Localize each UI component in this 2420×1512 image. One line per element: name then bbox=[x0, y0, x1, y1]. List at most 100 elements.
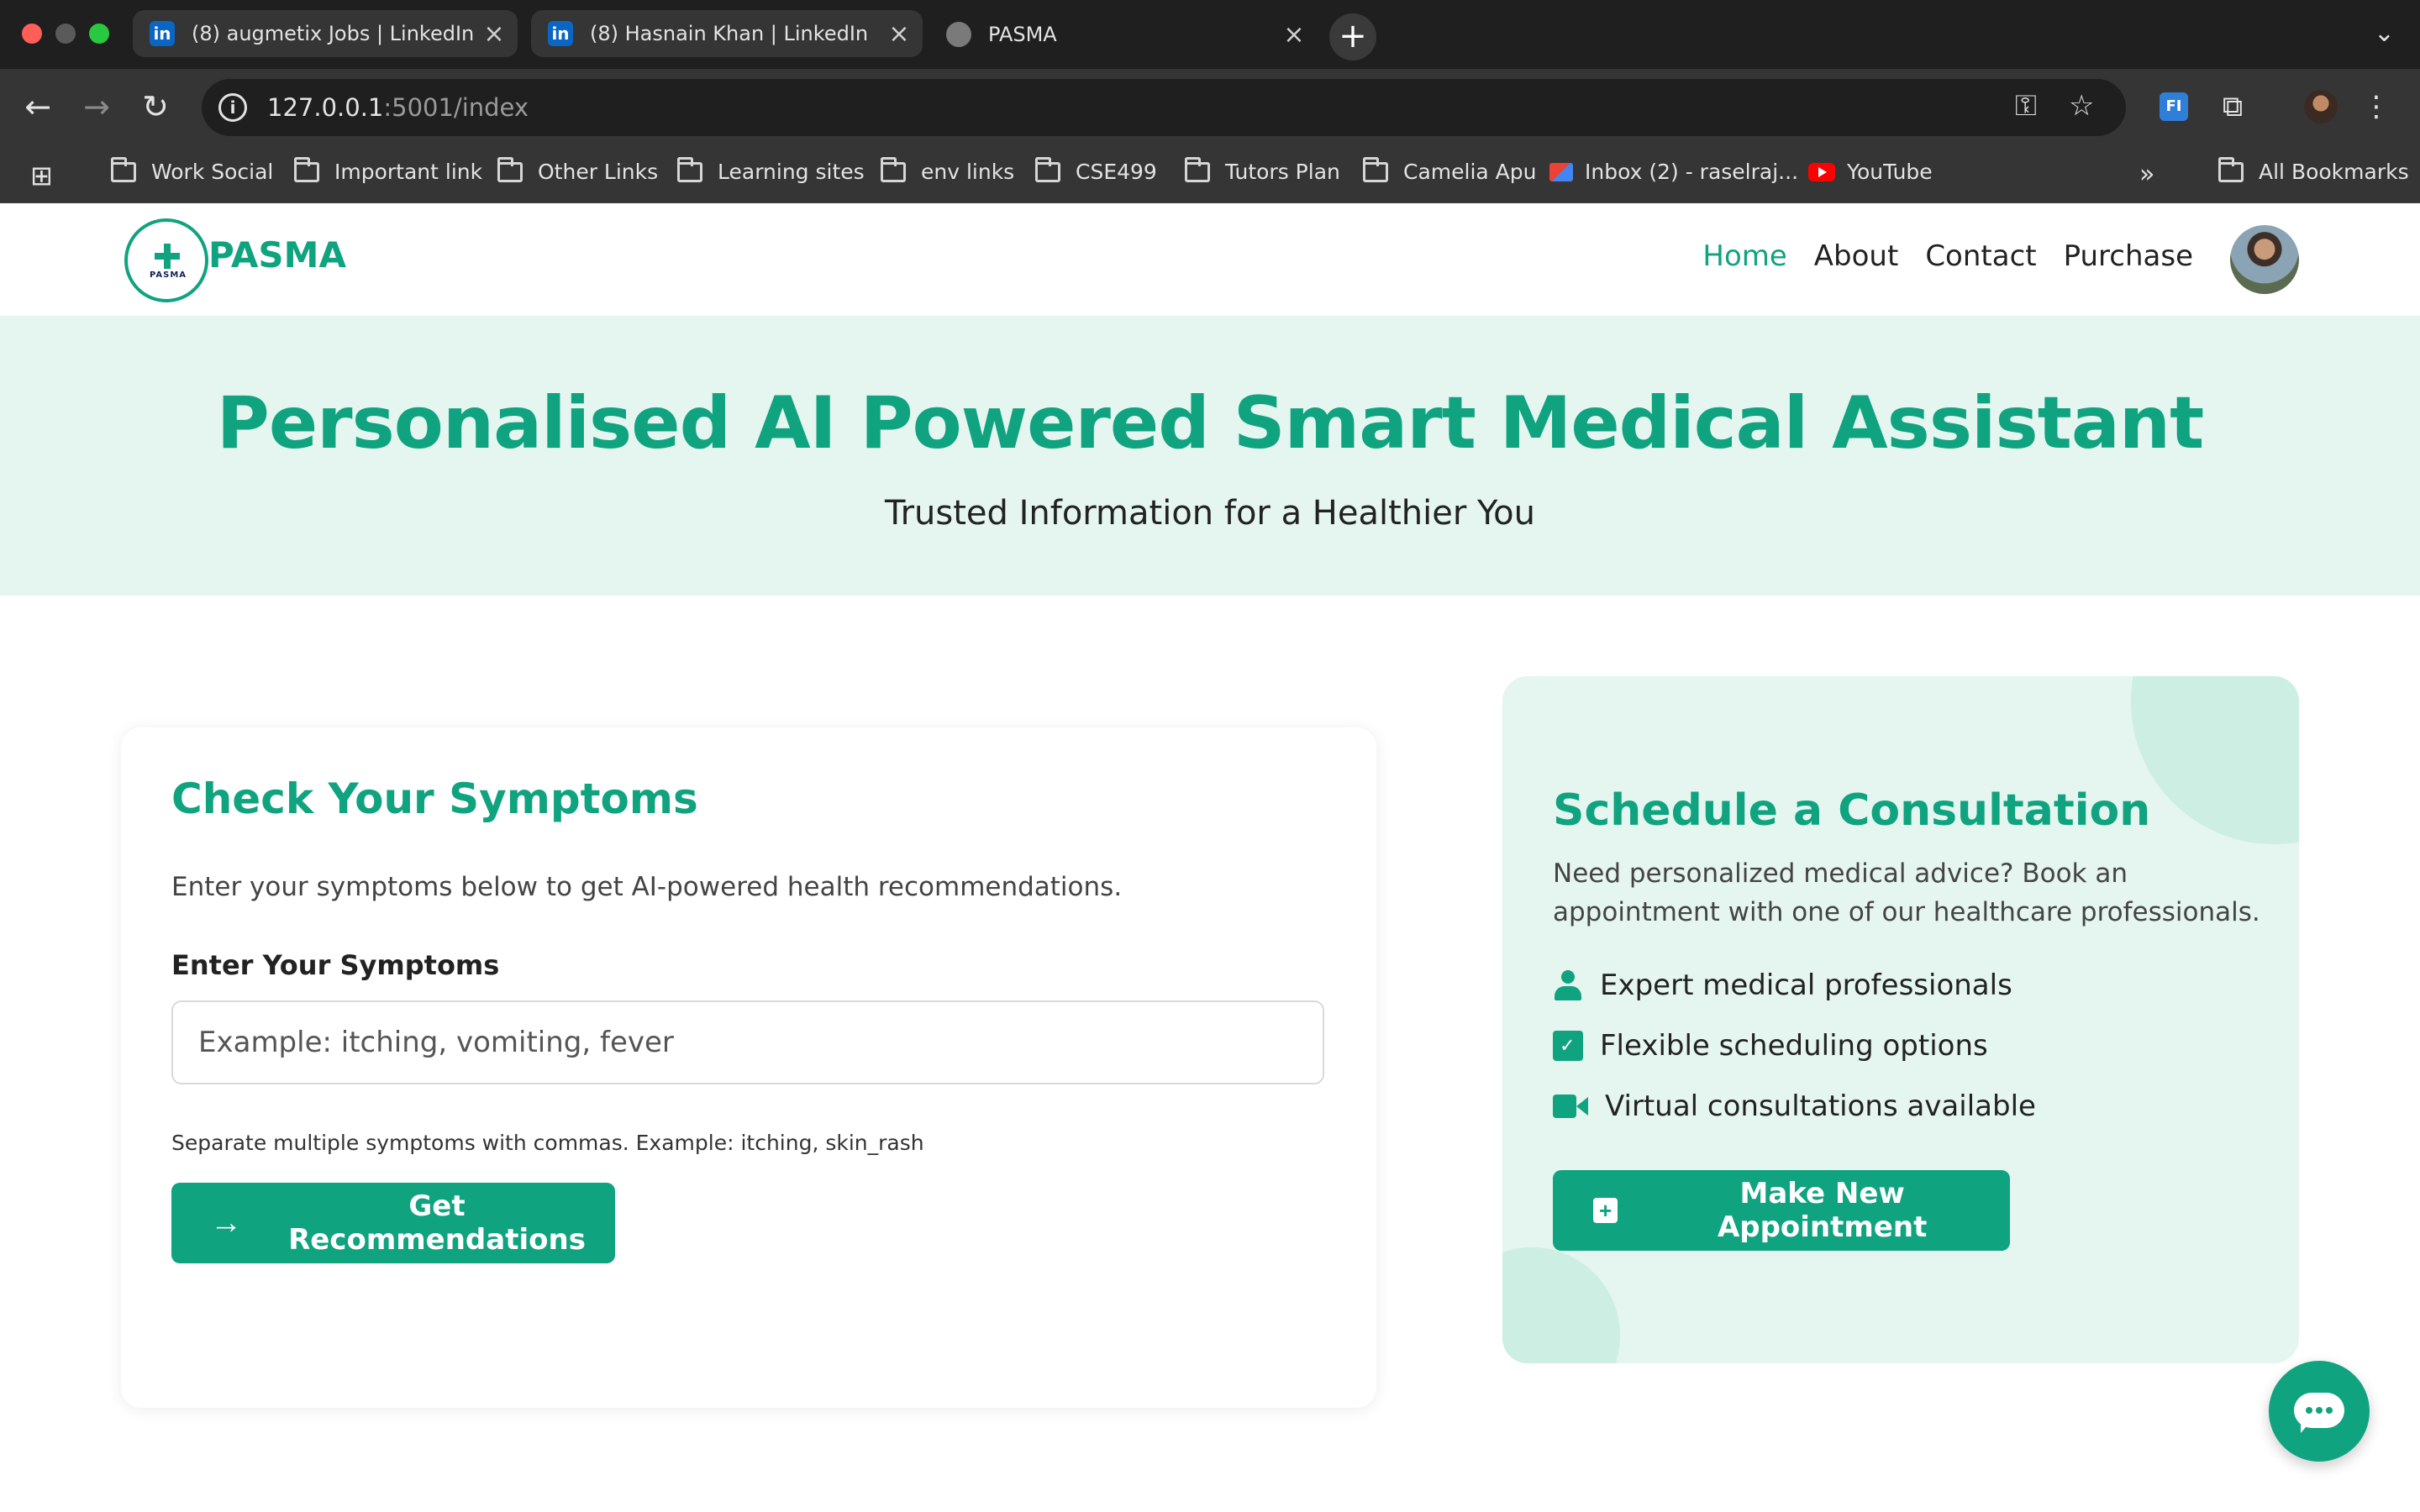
new-tab-button[interactable]: + bbox=[1329, 13, 1376, 60]
symptoms-input-label: Enter Your Symptoms bbox=[171, 949, 500, 981]
folder-icon bbox=[1185, 156, 1210, 182]
logo-text: PASMA bbox=[150, 270, 187, 280]
bookmark-cse499[interactable]: CSE499 bbox=[1035, 156, 1157, 184]
bookmark-learning-sites[interactable]: Learning sites bbox=[677, 156, 865, 184]
bookmark-label: env links bbox=[921, 160, 1015, 184]
url-path: :5001/index bbox=[383, 93, 529, 122]
window-close-control[interactable] bbox=[22, 24, 42, 44]
tab-search-chevron-icon[interactable]: ⌄ bbox=[2374, 18, 2395, 48]
close-icon[interactable]: × bbox=[1277, 20, 1311, 50]
make-appointment-label: Make New Appointment bbox=[1717, 1177, 1928, 1244]
tab-title: (8) augmetix Jobs | LinkedIn bbox=[192, 22, 475, 45]
url-text[interactable]: 127.0.0.1:5001/index bbox=[267, 93, 529, 122]
site-info-icon[interactable]: i bbox=[218, 93, 247, 122]
arrow-right-icon: → bbox=[210, 1205, 242, 1241]
feature-item: Expert medical professionals bbox=[1553, 969, 2012, 1002]
hero-title: Personalised AI Powered Smart Medical As… bbox=[216, 381, 2204, 465]
video-icon bbox=[1553, 1095, 1588, 1118]
consultation-description: Need personalized medical advice? Book a… bbox=[1553, 858, 2260, 927]
nav-purchase-link[interactable]: Purchase bbox=[2064, 239, 2193, 273]
make-appointment-button[interactable]: + Make New Appointment bbox=[1553, 1170, 2010, 1251]
main-nav: Home About Contact Purchase bbox=[1702, 239, 2193, 273]
bookmark-label: Learning sites bbox=[718, 160, 865, 184]
site-header: PASMA PASMA Home About Contact Purchase bbox=[0, 204, 2420, 316]
brand-name[interactable]: PASMA bbox=[208, 234, 346, 276]
hero-banner: Personalised AI Powered Smart Medical As… bbox=[0, 316, 2420, 596]
feature-text: Expert medical professionals bbox=[1600, 969, 2012, 1002]
close-icon[interactable]: × bbox=[477, 19, 511, 49]
nav-about-link[interactable]: About bbox=[1814, 239, 1899, 273]
doctor-icon bbox=[1553, 970, 1583, 1000]
folder-icon bbox=[2218, 156, 2244, 182]
decorative-circle bbox=[1502, 1247, 1620, 1363]
linkedin-icon: in bbox=[548, 21, 573, 46]
apps-grid-icon[interactable]: ⊞ bbox=[30, 160, 53, 192]
bookmark-star-icon[interactable]: ☆ bbox=[2069, 89, 2094, 123]
close-icon[interactable]: × bbox=[882, 19, 916, 49]
all-bookmarks[interactable]: All Bookmarks bbox=[2218, 156, 2409, 184]
chat-bubble-icon bbox=[2294, 1393, 2344, 1433]
extensions-puzzle-icon[interactable]: ⧉ bbox=[2210, 84, 2255, 129]
bookmark-label: Tutors Plan bbox=[1225, 160, 1340, 184]
symptoms-help-text: Separate multiple symptoms with commas. … bbox=[171, 1131, 924, 1155]
bookmark-tutors-plan[interactable]: Tutors Plan bbox=[1185, 156, 1340, 184]
browser-tab-pasma[interactable]: PASMA × bbox=[929, 10, 1318, 59]
consultation-title: Schedule a Consultation bbox=[1553, 785, 2151, 836]
bookmarks-overflow-icon[interactable]: » bbox=[2139, 160, 2154, 189]
bookmark-camelia-apu[interactable]: Camelia Apu bbox=[1363, 156, 1537, 184]
page-content: PASMA PASMA Home About Contact Purchase … bbox=[0, 204, 2420, 1512]
user-avatar[interactable] bbox=[2230, 225, 2299, 294]
folder-icon bbox=[677, 156, 702, 182]
window-maximize-control[interactable] bbox=[89, 24, 109, 44]
medical-cross-icon bbox=[155, 244, 180, 269]
tab-title: (8) Hasnain Khan | LinkedIn bbox=[590, 22, 869, 45]
globe-icon bbox=[946, 22, 971, 47]
tab-title: PASMA bbox=[988, 23, 1057, 46]
bookmark-work-social[interactable]: Work Social bbox=[111, 156, 274, 184]
browser-tab-augmetix[interactable]: in (8) augmetix Jobs | LinkedIn × bbox=[133, 10, 518, 57]
folder-icon bbox=[881, 156, 906, 182]
chat-button[interactable] bbox=[2269, 1361, 2370, 1462]
reload-button[interactable]: ↻ bbox=[134, 86, 176, 128]
folder-icon bbox=[1035, 156, 1060, 182]
feature-text: Virtual consultations available bbox=[1605, 1089, 2036, 1123]
password-key-icon[interactable]: ⚿ bbox=[2015, 89, 2037, 123]
feature-text: Flexible scheduling options bbox=[1600, 1029, 1988, 1063]
url-host: 127.0.0.1 bbox=[267, 93, 384, 122]
nav-home-link[interactable]: Home bbox=[1702, 239, 1786, 273]
bookmark-label: Camelia Apu bbox=[1403, 160, 1537, 184]
forward-button[interactable]: → bbox=[76, 86, 118, 128]
symptoms-input[interactable] bbox=[171, 1000, 1324, 1084]
nav-contact-link[interactable]: Contact bbox=[1925, 239, 2036, 273]
symptom-checker-card: Check Your Symptoms Enter your symptoms … bbox=[121, 727, 1376, 1408]
linkedin-icon: in bbox=[150, 21, 175, 46]
extension-icon[interactable]: FI bbox=[2151, 84, 2196, 129]
bookmark-label: CSE499 bbox=[1076, 160, 1157, 184]
bookmark-important-link[interactable]: Important link bbox=[294, 156, 482, 184]
bookmark-env-links[interactable]: env links bbox=[881, 156, 1015, 184]
bookmark-gmail-inbox[interactable]: Inbox (2) - raselraj... bbox=[1549, 160, 1798, 184]
folder-icon bbox=[294, 156, 319, 182]
browser-tab-hasnain[interactable]: in (8) Hasnain Khan | LinkedIn × bbox=[531, 10, 923, 57]
browser-menu-icon[interactable]: ⋮ bbox=[2360, 84, 2393, 129]
symptom-card-title: Check Your Symptoms bbox=[171, 774, 698, 823]
consultation-card: Schedule a Consultation Need personalize… bbox=[1502, 676, 2299, 1363]
get-recommendations-button[interactable]: → Get Recommendations bbox=[171, 1183, 615, 1263]
bookmarks-bar: ⊞ Work Social Important link Other Links… bbox=[0, 144, 2420, 203]
browser-toolbar: ← → ↻ i 127.0.0.1:5001/index ⚿ ☆ FI ⧉ ⋮ bbox=[0, 69, 2420, 144]
feature-item: Virtual consultations available bbox=[1553, 1089, 2036, 1123]
bookmark-label: YouTube bbox=[1847, 160, 1933, 184]
bookmark-other-links[interactable]: Other Links bbox=[497, 156, 659, 184]
back-button[interactable]: ← bbox=[17, 86, 59, 128]
bookmark-label: Inbox (2) - raselraj... bbox=[1585, 160, 1799, 184]
address-bar[interactable]: i 127.0.0.1:5001/index ⚿ ☆ bbox=[202, 79, 2126, 136]
site-logo[interactable]: PASMA bbox=[124, 218, 208, 302]
bookmark-label: Work Social bbox=[151, 160, 274, 184]
folder-icon bbox=[1363, 156, 1388, 182]
calendar-check-icon bbox=[1553, 1031, 1583, 1061]
profile-avatar-icon[interactable] bbox=[2298, 84, 2344, 129]
browser-tab-bar: in (8) augmetix Jobs | LinkedIn × in (8)… bbox=[0, 0, 2420, 69]
bookmark-youtube[interactable]: YouTube bbox=[1808, 160, 1933, 184]
bookmark-label: Other Links bbox=[538, 160, 659, 184]
window-minimize-control[interactable] bbox=[55, 24, 76, 44]
